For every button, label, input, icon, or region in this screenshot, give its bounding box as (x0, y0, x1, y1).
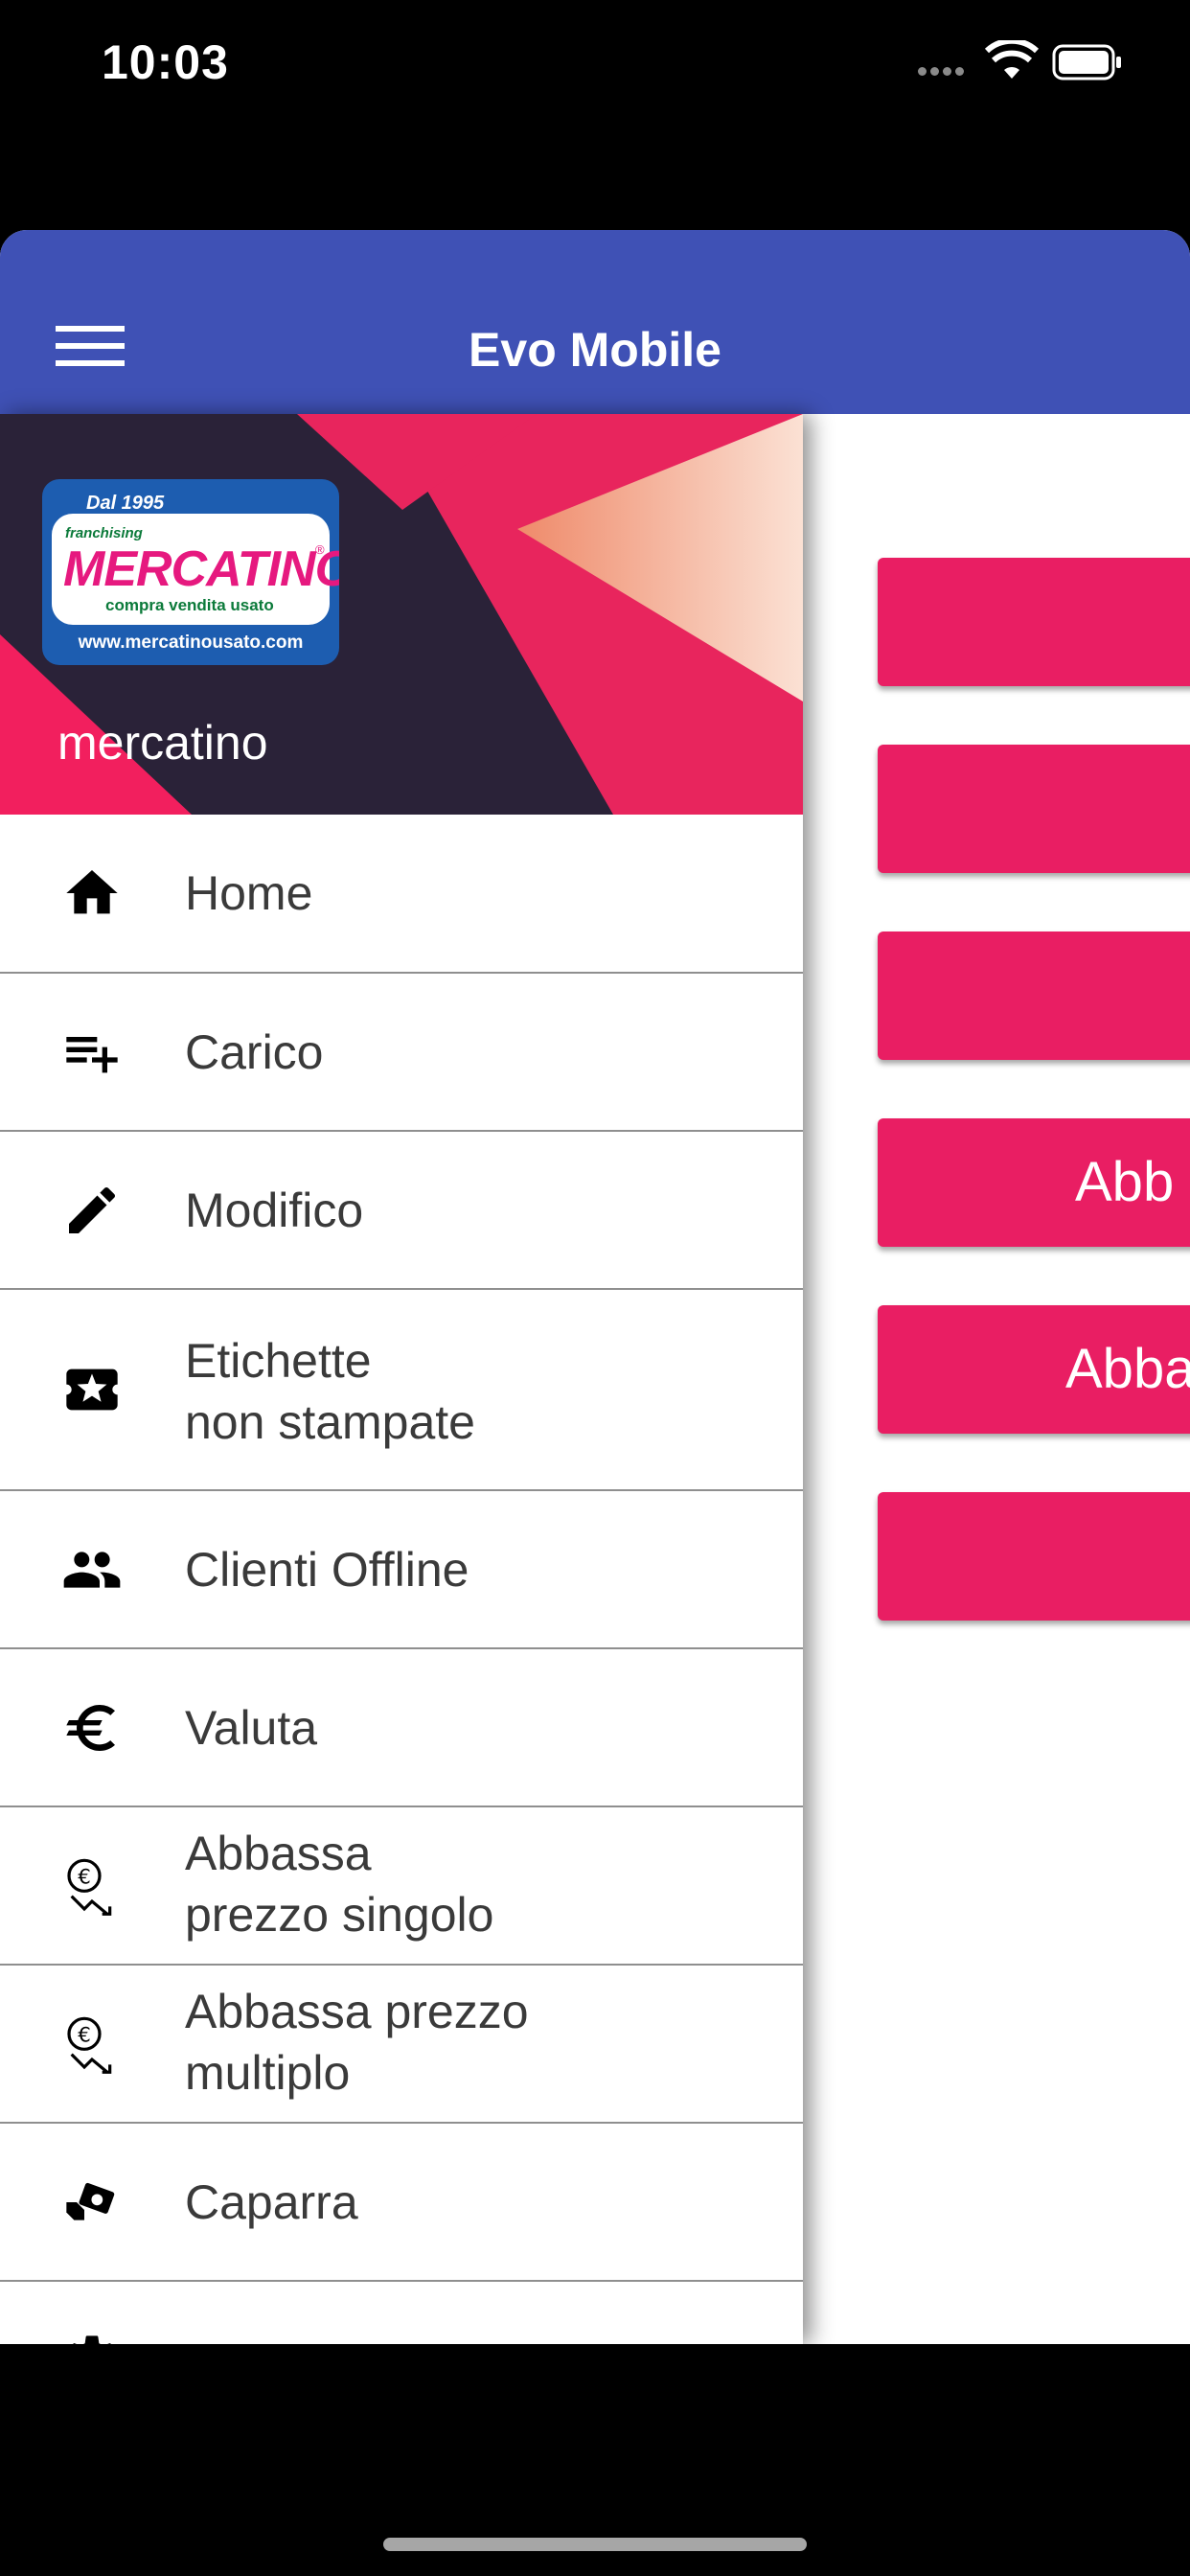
navigation-drawer: Dal 1995 franchising MERCATINO ® compra … (0, 414, 803, 2344)
playlist-add-icon (66, 1037, 118, 1073)
money-hand-icon (66, 2182, 115, 2220)
main-action-button[interactable]: Abb (878, 1118, 1190, 1247)
svg-text:€: € (78, 2023, 91, 2047)
app-bar: Evo Mobile (0, 230, 1190, 414)
euro-icon (66, 1705, 115, 1751)
drawer-item-caparra[interactable]: Caparra (0, 2124, 803, 2282)
price-down-icon: € (67, 2016, 112, 2074)
drawer-user-name: mercatino (57, 716, 268, 770)
main-action-button[interactable] (878, 558, 1190, 686)
app-title: Evo Mobile (469, 323, 721, 377)
drawer-item-home[interactable]: Home (0, 815, 803, 974)
ticket-star-icon (66, 1368, 118, 1411)
drawer-item-settings[interactable] (0, 2282, 803, 2344)
drawer-header: Dal 1995 franchising MERCATINO ® compra … (0, 414, 803, 815)
main-action-button[interactable] (878, 1492, 1190, 1621)
drawer-item-valuta[interactable]: Valuta (0, 1649, 803, 1807)
drawer-item-abbassa-prezzo-multiplo[interactable]: € Abbassa prezzo multiplo (0, 1966, 803, 2124)
wifi-icon (985, 40, 1039, 79)
drawer-item-abbassa-prezzo-singolo[interactable]: € Abbassa prezzo singolo (0, 1807, 803, 1966)
main-action-button[interactable] (878, 745, 1190, 873)
people-icon (63, 1552, 121, 1588)
home-indicator[interactable] (383, 2538, 807, 2551)
svg-text:€: € (78, 1865, 91, 1889)
pencil-icon (69, 1186, 116, 1233)
app-window: Evo Mobile Abb Abba Dal 1995 franchising… (0, 230, 1190, 2344)
drawer-item-clienti-offline[interactable]: Clienti Offline (0, 1491, 803, 1649)
drawer-item-etichette[interactable]: Etichette non stampate (0, 1290, 803, 1491)
main-content: Abb Abba (803, 414, 1190, 2344)
mercatino-logo: Dal 1995 franchising MERCATINO ® compra … (42, 479, 339, 665)
gear-icon (73, 2335, 111, 2344)
status-bar: 10:03 (0, 0, 1190, 134)
main-action-button[interactable] (878, 932, 1190, 1060)
status-time: 10:03 (102, 35, 229, 89)
cellular-signal-icon (918, 63, 975, 77)
main-action-button[interactable]: Abba (878, 1305, 1190, 1434)
drawer-item-carico[interactable]: Carico (0, 974, 803, 1132)
battery-icon (1052, 44, 1121, 80)
drawer-item-modifico[interactable]: Modifico (0, 1132, 803, 1290)
home-icon (66, 870, 118, 914)
price-down-icon: € (67, 1858, 112, 1916)
